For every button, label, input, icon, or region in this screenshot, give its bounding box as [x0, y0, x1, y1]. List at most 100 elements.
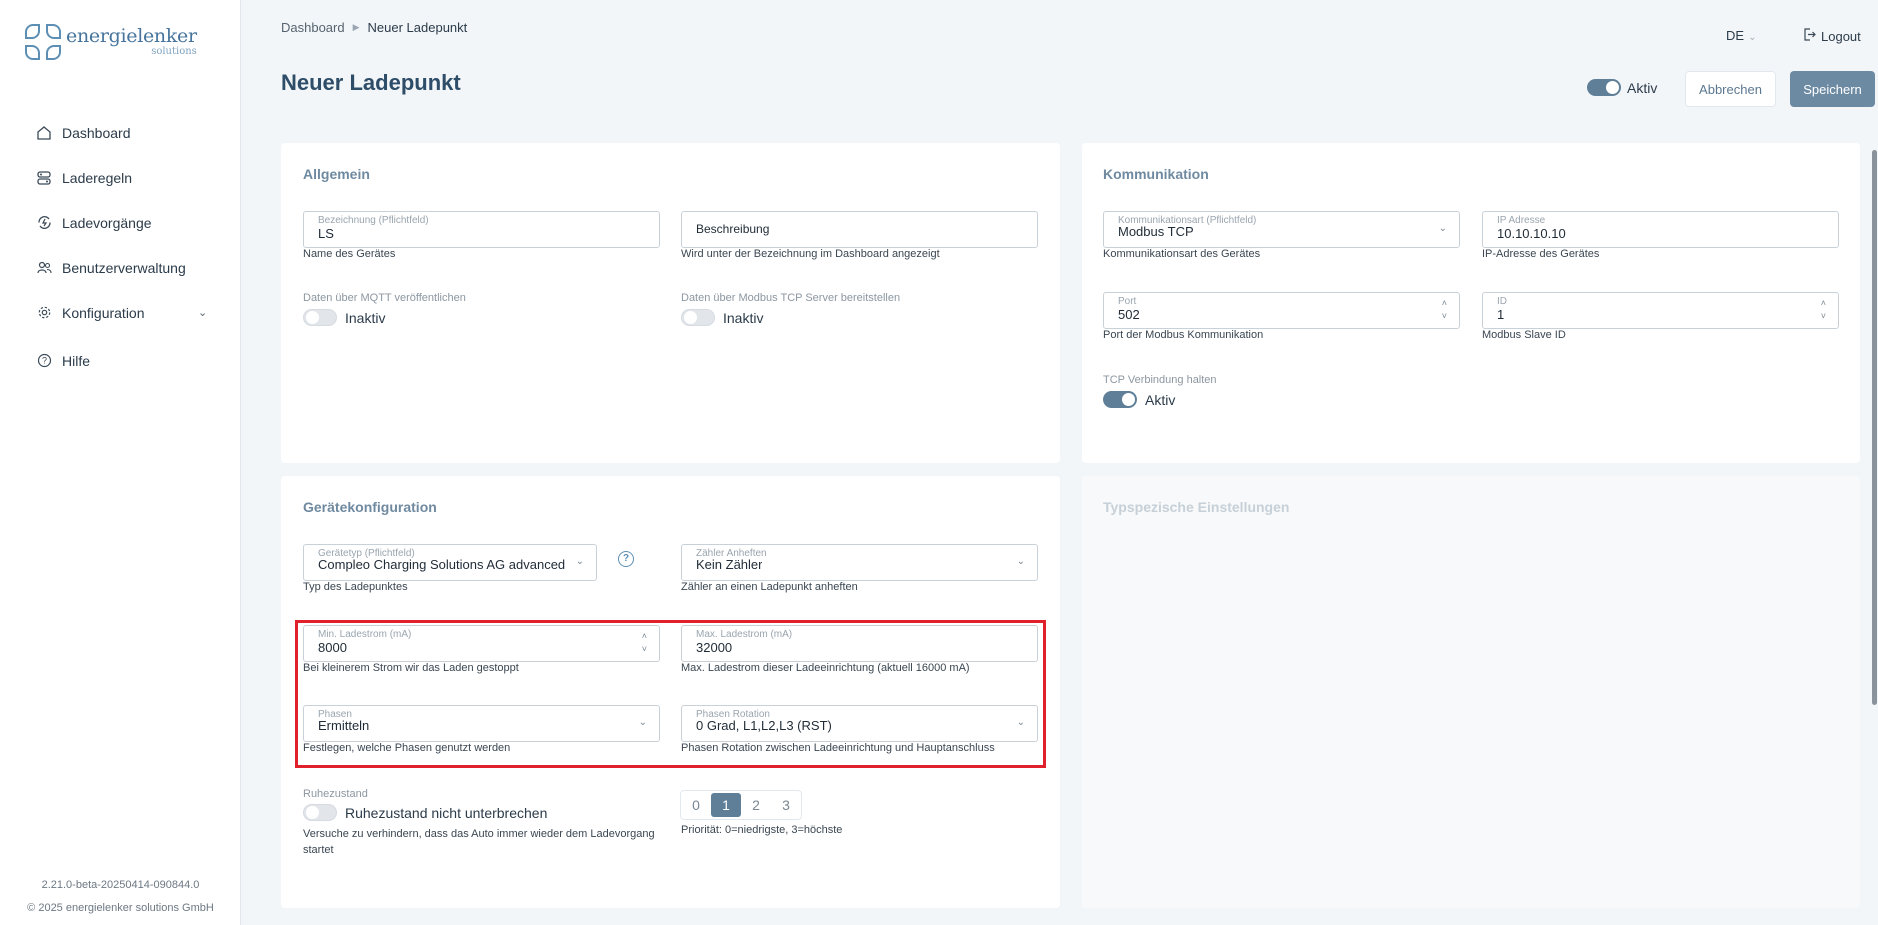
brand-logo[interactable]: energielenker solutions	[25, 24, 197, 60]
priority-option-2[interactable]: 2	[741, 791, 771, 819]
breadcrumb-current: Neuer Ladepunkt	[367, 20, 468, 35]
field-hint: IP-Adresse des Gerätes	[1482, 248, 1600, 260]
active-toggle[interactable]	[1587, 79, 1621, 96]
sidebar-item-label: Dashboard	[62, 124, 131, 141]
language-value: DE	[1726, 28, 1745, 43]
sidebar-item-ladevorgaenge[interactable]: Ladevorgänge	[0, 200, 241, 245]
priority-option-1[interactable]: 1	[711, 793, 741, 817]
modbus-server-toggle[interactable]	[681, 309, 715, 326]
toggle-state: Inaktiv	[723, 309, 764, 326]
sidebar-item-label: Konfiguration	[62, 304, 145, 321]
slave-id-stepper[interactable]: ID 1 ˄ ˅	[1482, 292, 1839, 329]
ruhezustand-toggle-row: Ruhezustand nicht unterbrechen	[303, 804, 547, 821]
chevron-down-icon: ⌄	[575, 556, 584, 567]
field-value: 1	[1497, 307, 1505, 322]
geraetetyp-select[interactable]: Gerätetyp (Pflichtfeld) Compleo Charging…	[303, 544, 597, 581]
toggle-state: Inaktiv	[345, 309, 386, 326]
port-stepper[interactable]: Port 502 ˄ ˅	[1103, 292, 1460, 329]
priority-option-3[interactable]: 3	[771, 791, 801, 819]
sidebar-item-label: Hilfe	[62, 352, 91, 369]
breadcrumb-separator-icon: ▶	[352, 22, 360, 32]
brand-sub: solutions	[151, 46, 197, 57]
bezeichnung-field[interactable]: Bezeichnung (Pflichtfeld) LS	[303, 211, 660, 248]
field-value: LS	[318, 226, 334, 241]
logo-icon	[25, 24, 61, 60]
mqtt-label: Daten über MQTT veröffentlichen	[303, 292, 466, 304]
card-title: Gerätekonfiguration	[303, 499, 437, 515]
ip-address-field[interactable]: IP Adresse 10.10.10.10	[1482, 211, 1839, 248]
sidebar-item-laderegeln[interactable]: Laderegeln	[0, 155, 241, 200]
logout-button[interactable]: Logout	[1803, 28, 1861, 44]
sidebar-item-label: Benutzerverwaltung	[62, 259, 186, 276]
sidebar-item-konfiguration[interactable]: Konfiguration ⌄	[0, 290, 241, 335]
highlight-box	[295, 620, 1046, 768]
toggle-state: Ruhezustand nicht unterbrechen	[345, 804, 548, 821]
mqtt-toggle[interactable]	[303, 309, 337, 326]
field-label: Port	[1118, 296, 1137, 307]
field-hint: Port der Modbus Kommunikation	[1103, 329, 1264, 341]
chevron-down-icon: ⌄	[1438, 223, 1447, 234]
card-title: Allgemein	[303, 166, 370, 182]
card-allgemein: Allgemein Bezeichnung (Pflichtfeld) LS N…	[281, 143, 1060, 463]
priority-hint: Priorität: 0=niedrigste, 3=höchste	[681, 824, 843, 836]
field-hint: Versuche zu verhindern, dass das Auto im…	[303, 828, 655, 840]
charging-sessions-icon	[36, 215, 52, 231]
field-hint: Modbus Slave ID	[1482, 329, 1566, 341]
zaehler-select[interactable]: Zähler Anheften Kein Zähler ⌄	[681, 544, 1038, 581]
ruhezustand-toggle[interactable]	[303, 804, 337, 821]
sidebar-item-dashboard[interactable]: Dashboard	[0, 110, 241, 155]
brand-name: energielenker	[66, 25, 197, 47]
field-value: Modbus TCP	[1118, 224, 1194, 239]
active-toggle-label: Aktiv	[1627, 79, 1658, 96]
copyright: © 2025 energielenker solutions GmbH	[27, 902, 214, 914]
sidebar-item-label: Ladevorgänge	[62, 214, 152, 231]
scrollbar[interactable]	[1872, 150, 1877, 705]
sidebar-nav: Dashboard Laderegeln Ladevorgänge Benutz…	[0, 110, 241, 383]
field-label: IP Adresse	[1497, 215, 1546, 226]
modbus-server-toggle-row: Inaktiv	[681, 309, 763, 326]
gear-icon	[36, 305, 52, 321]
users-icon	[36, 260, 52, 276]
card-title: Kommunikation	[1103, 166, 1209, 182]
sidebar: energielenker solutions Dashboard Ladere…	[0, 0, 241, 925]
chevron-down-icon[interactable]: ⌄	[198, 306, 207, 319]
ruhezustand-label: Ruhezustand	[303, 788, 368, 800]
card-typspezifisch: Typspezische Einstellungen	[1082, 476, 1860, 908]
tcp-keep-toggle[interactable]	[1103, 391, 1137, 408]
help-icon: ?	[36, 353, 52, 369]
field-hint: startet	[303, 844, 334, 856]
language-select[interactable]: DE ⌄	[1726, 28, 1756, 43]
priority-option-0[interactable]: 0	[681, 791, 711, 819]
breadcrumb: Dashboard ▶ Neuer Ladepunkt	[281, 20, 467, 35]
toggle-state: Aktiv	[1145, 391, 1176, 408]
modbus-server-label: Daten über Modbus TCP Server bereitstell…	[681, 292, 901, 304]
field-label: ID	[1497, 296, 1507, 307]
active-toggle-row: Aktiv	[1587, 79, 1657, 96]
field-value: Kein Zähler	[696, 557, 763, 572]
priority-selector: 0 1 2 3	[680, 790, 802, 820]
field-hint: Name des Gerätes	[303, 248, 396, 260]
stepper-arrows-icon[interactable]: ˄ ˅	[1821, 297, 1826, 323]
kommunikationsart-select[interactable]: Kommunikationsart (Pflichtfeld) Modbus T…	[1103, 211, 1460, 248]
logout-label: Logout	[1821, 28, 1861, 44]
field-value: Compleo Charging Solutions AG advanced (…	[318, 557, 568, 572]
home-icon	[36, 125, 52, 141]
sidebar-item-label: Laderegeln	[62, 169, 133, 186]
beschreibung-field[interactable]: Beschreibung	[681, 211, 1038, 248]
stepper-arrows-icon[interactable]: ˄ ˅	[1442, 297, 1447, 323]
tcp-keep-toggle-row: Aktiv	[1103, 391, 1175, 408]
field-hint: Kommunikationsart des Gerätes	[1103, 248, 1261, 260]
field-hint: Zähler an einen Ladepunkt anheften	[681, 581, 858, 593]
logout-icon	[1803, 28, 1816, 44]
cancel-button[interactable]: Abbrechen	[1685, 71, 1776, 107]
app-version: 2.21.0-beta-20250414-090844.0	[41, 879, 200, 891]
mqtt-toggle-row: Inaktiv	[303, 309, 385, 326]
save-button[interactable]: Speichern	[1790, 71, 1875, 107]
svg-text:?: ?	[41, 356, 46, 366]
help-icon[interactable]: ?	[618, 551, 634, 567]
rules-icon	[36, 170, 52, 186]
tcp-keep-label: TCP Verbindung halten	[1103, 374, 1217, 386]
breadcrumb-dashboard[interactable]: Dashboard	[281, 20, 345, 35]
sidebar-item-hilfe[interactable]: ? Hilfe	[0, 338, 241, 383]
sidebar-item-benutzerverwaltung[interactable]: Benutzerverwaltung	[0, 245, 241, 290]
